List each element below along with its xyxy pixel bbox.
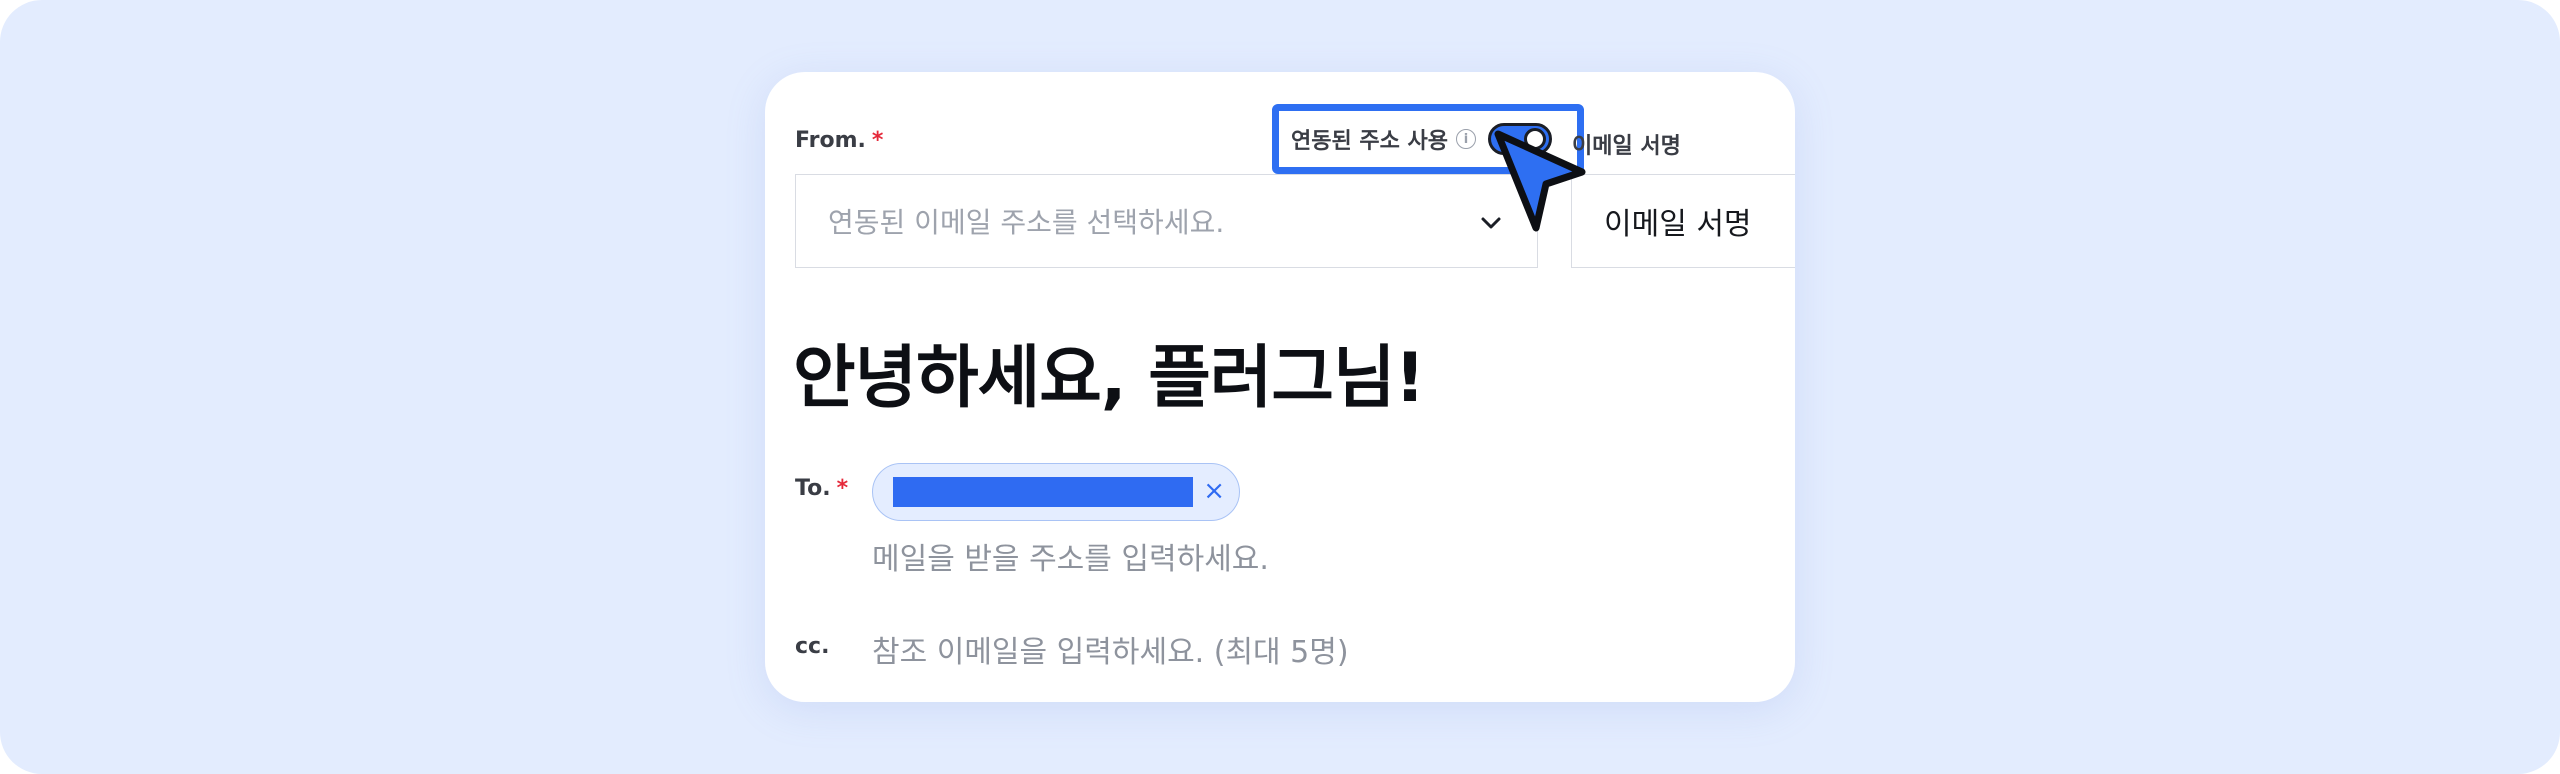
linked-address-toggle-label: 연동된 주소 사용: [1291, 129, 1448, 154]
cc-label: cc.: [795, 634, 830, 659]
from-label: From. *: [795, 128, 883, 153]
from-label-text: From.: [795, 128, 866, 153]
to-label: To. *: [795, 476, 848, 501]
from-address-select[interactable]: 연동된 이메일 주소를 선택하세요.: [795, 174, 1538, 268]
greeting-heading: 안녕하세요, 플러그님!: [793, 339, 1426, 418]
close-icon[interactable]: ×: [1203, 476, 1225, 506]
signature-select-value: 이메일 서명: [1604, 207, 1752, 242]
recipient-chip[interactable]: ×: [872, 463, 1240, 521]
cursor-pointer-icon: [1494, 130, 1586, 232]
to-address-input[interactable]: 메일을 받을 주소를 입력하세요.: [872, 534, 1269, 578]
to-label-text: To.: [795, 476, 831, 501]
info-icon[interactable]: i: [1456, 129, 1476, 149]
cc-address-input[interactable]: 참조 이메일을 입력하세요. (최대 5명): [872, 627, 1349, 671]
from-address-placeholder: 연동된 이메일 주소를 선택하세요.: [828, 206, 1225, 239]
redacted-email: [893, 477, 1193, 507]
email-compose-card: From. * 연동된 주소 사용 i 이메일 서명 연동된 이메일 주소를 선택…: [765, 72, 1795, 702]
required-mark: *: [836, 476, 849, 501]
signature-select[interactable]: 이메일 서명: [1571, 174, 1795, 268]
required-mark: *: [871, 128, 884, 153]
